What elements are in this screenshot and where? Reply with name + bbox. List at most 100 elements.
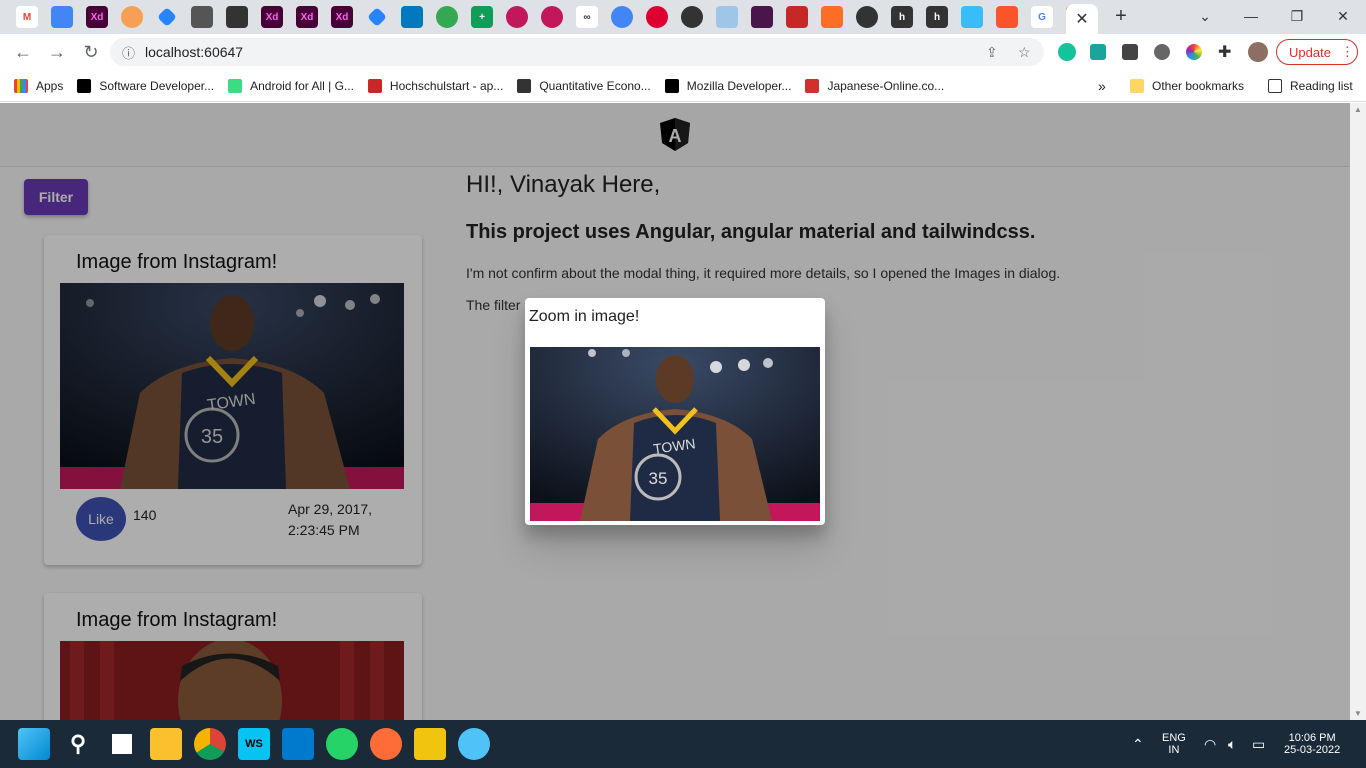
github-tab-icon[interactable] (121, 6, 143, 28)
brave-tab-icon[interactable] (996, 6, 1018, 28)
bookmark-label: Mozilla Developer... (686, 78, 792, 93)
infinity-tab-icon[interactable]: ∞ (576, 6, 598, 28)
search-icon[interactable]: ⚲ (62, 728, 94, 760)
more-bookmarks-icon[interactable]: » (1098, 78, 1106, 94)
tray-chevron-icon[interactable]: ⌃ (1132, 720, 1144, 768)
figma-tab-icon[interactable] (191, 6, 213, 28)
language-indicator[interactable]: ENG IN (1162, 720, 1186, 768)
h-tab-icon[interactable]: h (926, 6, 948, 28)
gitlab-tab-icon[interactable] (821, 6, 843, 28)
volume-icon[interactable]: 🔈︎ (1228, 720, 1236, 768)
bookmarks-bar: Apps Software Developer... Android for A… (0, 70, 1366, 102)
pink-tab-icon[interactable] (541, 6, 563, 28)
url-text: localhost:60647 (145, 44, 244, 60)
wordpress-tab-icon[interactable] (856, 6, 878, 28)
forward-icon[interactable]: → (42, 37, 72, 67)
minimize-icon[interactable]: — (1228, 0, 1274, 32)
back-icon[interactable]: ← (8, 37, 38, 67)
folder-icon (1130, 78, 1144, 93)
slack-tab-icon[interactable] (751, 6, 773, 28)
profile-avatar[interactable] (1248, 42, 1268, 62)
update-label: Update (1289, 44, 1331, 60)
pink-tab-icon[interactable] (506, 6, 528, 28)
bookmark-favicon-icon (517, 78, 532, 93)
dialog-title: Zoom in image! (529, 308, 640, 325)
close-window-icon[interactable]: ✕ (1320, 0, 1366, 32)
jira-tab-icon[interactable] (367, 7, 387, 27)
extension-icon[interactable] (1154, 44, 1170, 60)
reading-list-label: Reading list (1290, 78, 1353, 93)
jira-tab-icon[interactable] (157, 7, 177, 27)
h-tab-icon[interactable]: h (891, 6, 913, 28)
close-tab-icon[interactable]: ✕ (1066, 4, 1098, 34)
webstorm-icon[interactable]: WS (238, 728, 270, 760)
sourcetree-icon[interactable] (414, 728, 446, 760)
angular-tab-icon[interactable] (646, 6, 668, 28)
windows-taskbar: ⚲ WS ⌃ ENG IN ◠ 🔈︎ ▭ 10:06 PM 25-03-2022 (0, 720, 1366, 768)
bookmark-label: Hochschulstart - ap... (389, 78, 504, 93)
google-tab-icon[interactable]: G (1031, 6, 1053, 28)
generic-tab-icon[interactable] (716, 6, 738, 28)
bookmark-item[interactable]: Hochschulstart - ap... (367, 78, 504, 93)
update-button[interactable]: Update ⋮ (1276, 39, 1358, 65)
app-icon[interactable] (458, 728, 490, 760)
bookmark-favicon-icon (664, 78, 679, 93)
bookmark-item[interactable]: Quantitative Econo... (517, 78, 651, 93)
postman-icon[interactable] (370, 728, 402, 760)
wordpress-tab-icon[interactable] (681, 6, 703, 28)
scroll-up-icon[interactable]: ▲ (1354, 105, 1362, 114)
bookmark-apps[interactable]: Apps (14, 78, 63, 93)
reading-list[interactable]: Reading list (1268, 78, 1353, 93)
bookmark-favicon-icon (367, 78, 382, 93)
whatsapp-icon[interactable] (326, 728, 358, 760)
share-icon[interactable]: ⇪ (986, 44, 998, 61)
other-bookmarks[interactable]: Other bookmarks (1130, 78, 1244, 93)
web-page: A Filter Image from Instagram! 35 TOWN L… (0, 103, 1350, 720)
scroll-down-icon[interactable]: ▼ (1354, 709, 1362, 718)
green-circle-tab-icon[interactable] (436, 6, 458, 28)
xd-tab-icon[interactable]: Xd (86, 6, 108, 28)
task-view-icon[interactable] (106, 728, 138, 760)
bookmark-item[interactable]: Japanese-Online.co... (805, 78, 944, 93)
red-tab-icon[interactable] (786, 6, 808, 28)
xd-tab-icon[interactable]: Xd (296, 6, 318, 28)
restore-icon[interactable]: ❐ (1274, 0, 1320, 32)
page-scrollbar[interactable]: ▲ ▼ (1350, 103, 1366, 720)
dialog-image: 35 TOWN (530, 347, 820, 521)
blue-circle-tab-icon[interactable] (611, 6, 633, 28)
vscode-icon[interactable] (282, 728, 314, 760)
grammarly-icon[interactable] (1058, 43, 1076, 61)
wifi-icon[interactable]: ◠ (1204, 720, 1216, 768)
address-bar: ← → ↻ ⓘ localhost:60647 ⇪ ☆ ✚ Update ⋮ (0, 34, 1366, 70)
chrome-icon[interactable] (194, 728, 226, 760)
bookmark-favicon-icon (228, 78, 243, 93)
site-info-icon[interactable]: ⓘ (122, 43, 135, 62)
xd-tab-icon[interactable]: Xd (331, 6, 353, 28)
extension-icon[interactable] (1122, 44, 1138, 60)
bookmark-item[interactable]: Mozilla Developer... (664, 78, 792, 93)
start-menu-icon[interactable] (18, 728, 50, 760)
bookmark-star-icon[interactable]: ☆ (1018, 44, 1031, 61)
tab-search-icon[interactable]: ⌄ (1182, 0, 1228, 32)
clock[interactable]: 10:06 PM 25-03-2022 (1284, 720, 1340, 768)
tailwind-tab-icon[interactable] (961, 6, 983, 28)
docs-tab-icon[interactable] (51, 6, 73, 28)
trello-tab-icon[interactable] (226, 6, 248, 28)
sheets-tab-icon[interactable]: + (471, 6, 493, 28)
zoom-dialog: Zoom in image! 35 TOWN (525, 298, 825, 525)
file-explorer-icon[interactable] (150, 728, 182, 760)
trello-tab-icon[interactable] (401, 6, 423, 28)
new-tab-icon[interactable]: + (1098, 0, 1144, 32)
svg-text:35: 35 (649, 469, 668, 488)
bookmark-item[interactable]: Android for All | G... (228, 78, 354, 93)
xd-tab-icon[interactable]: Xd (261, 6, 283, 28)
extension-icon[interactable] (1090, 44, 1106, 60)
extensions-puzzle-icon[interactable]: ✚ (1218, 42, 1231, 62)
url-input[interactable]: ⓘ localhost:60647 ⇪ ☆ (110, 38, 1044, 66)
gmail-tab-icon[interactable]: M (16, 6, 38, 28)
battery-icon[interactable]: ▭ (1252, 720, 1265, 768)
color-picker-icon[interactable] (1186, 44, 1202, 60)
bookmark-favicon-icon (77, 78, 92, 93)
reload-icon[interactable]: ↻ (76, 37, 106, 67)
bookmark-item[interactable]: Software Developer... (77, 78, 214, 93)
